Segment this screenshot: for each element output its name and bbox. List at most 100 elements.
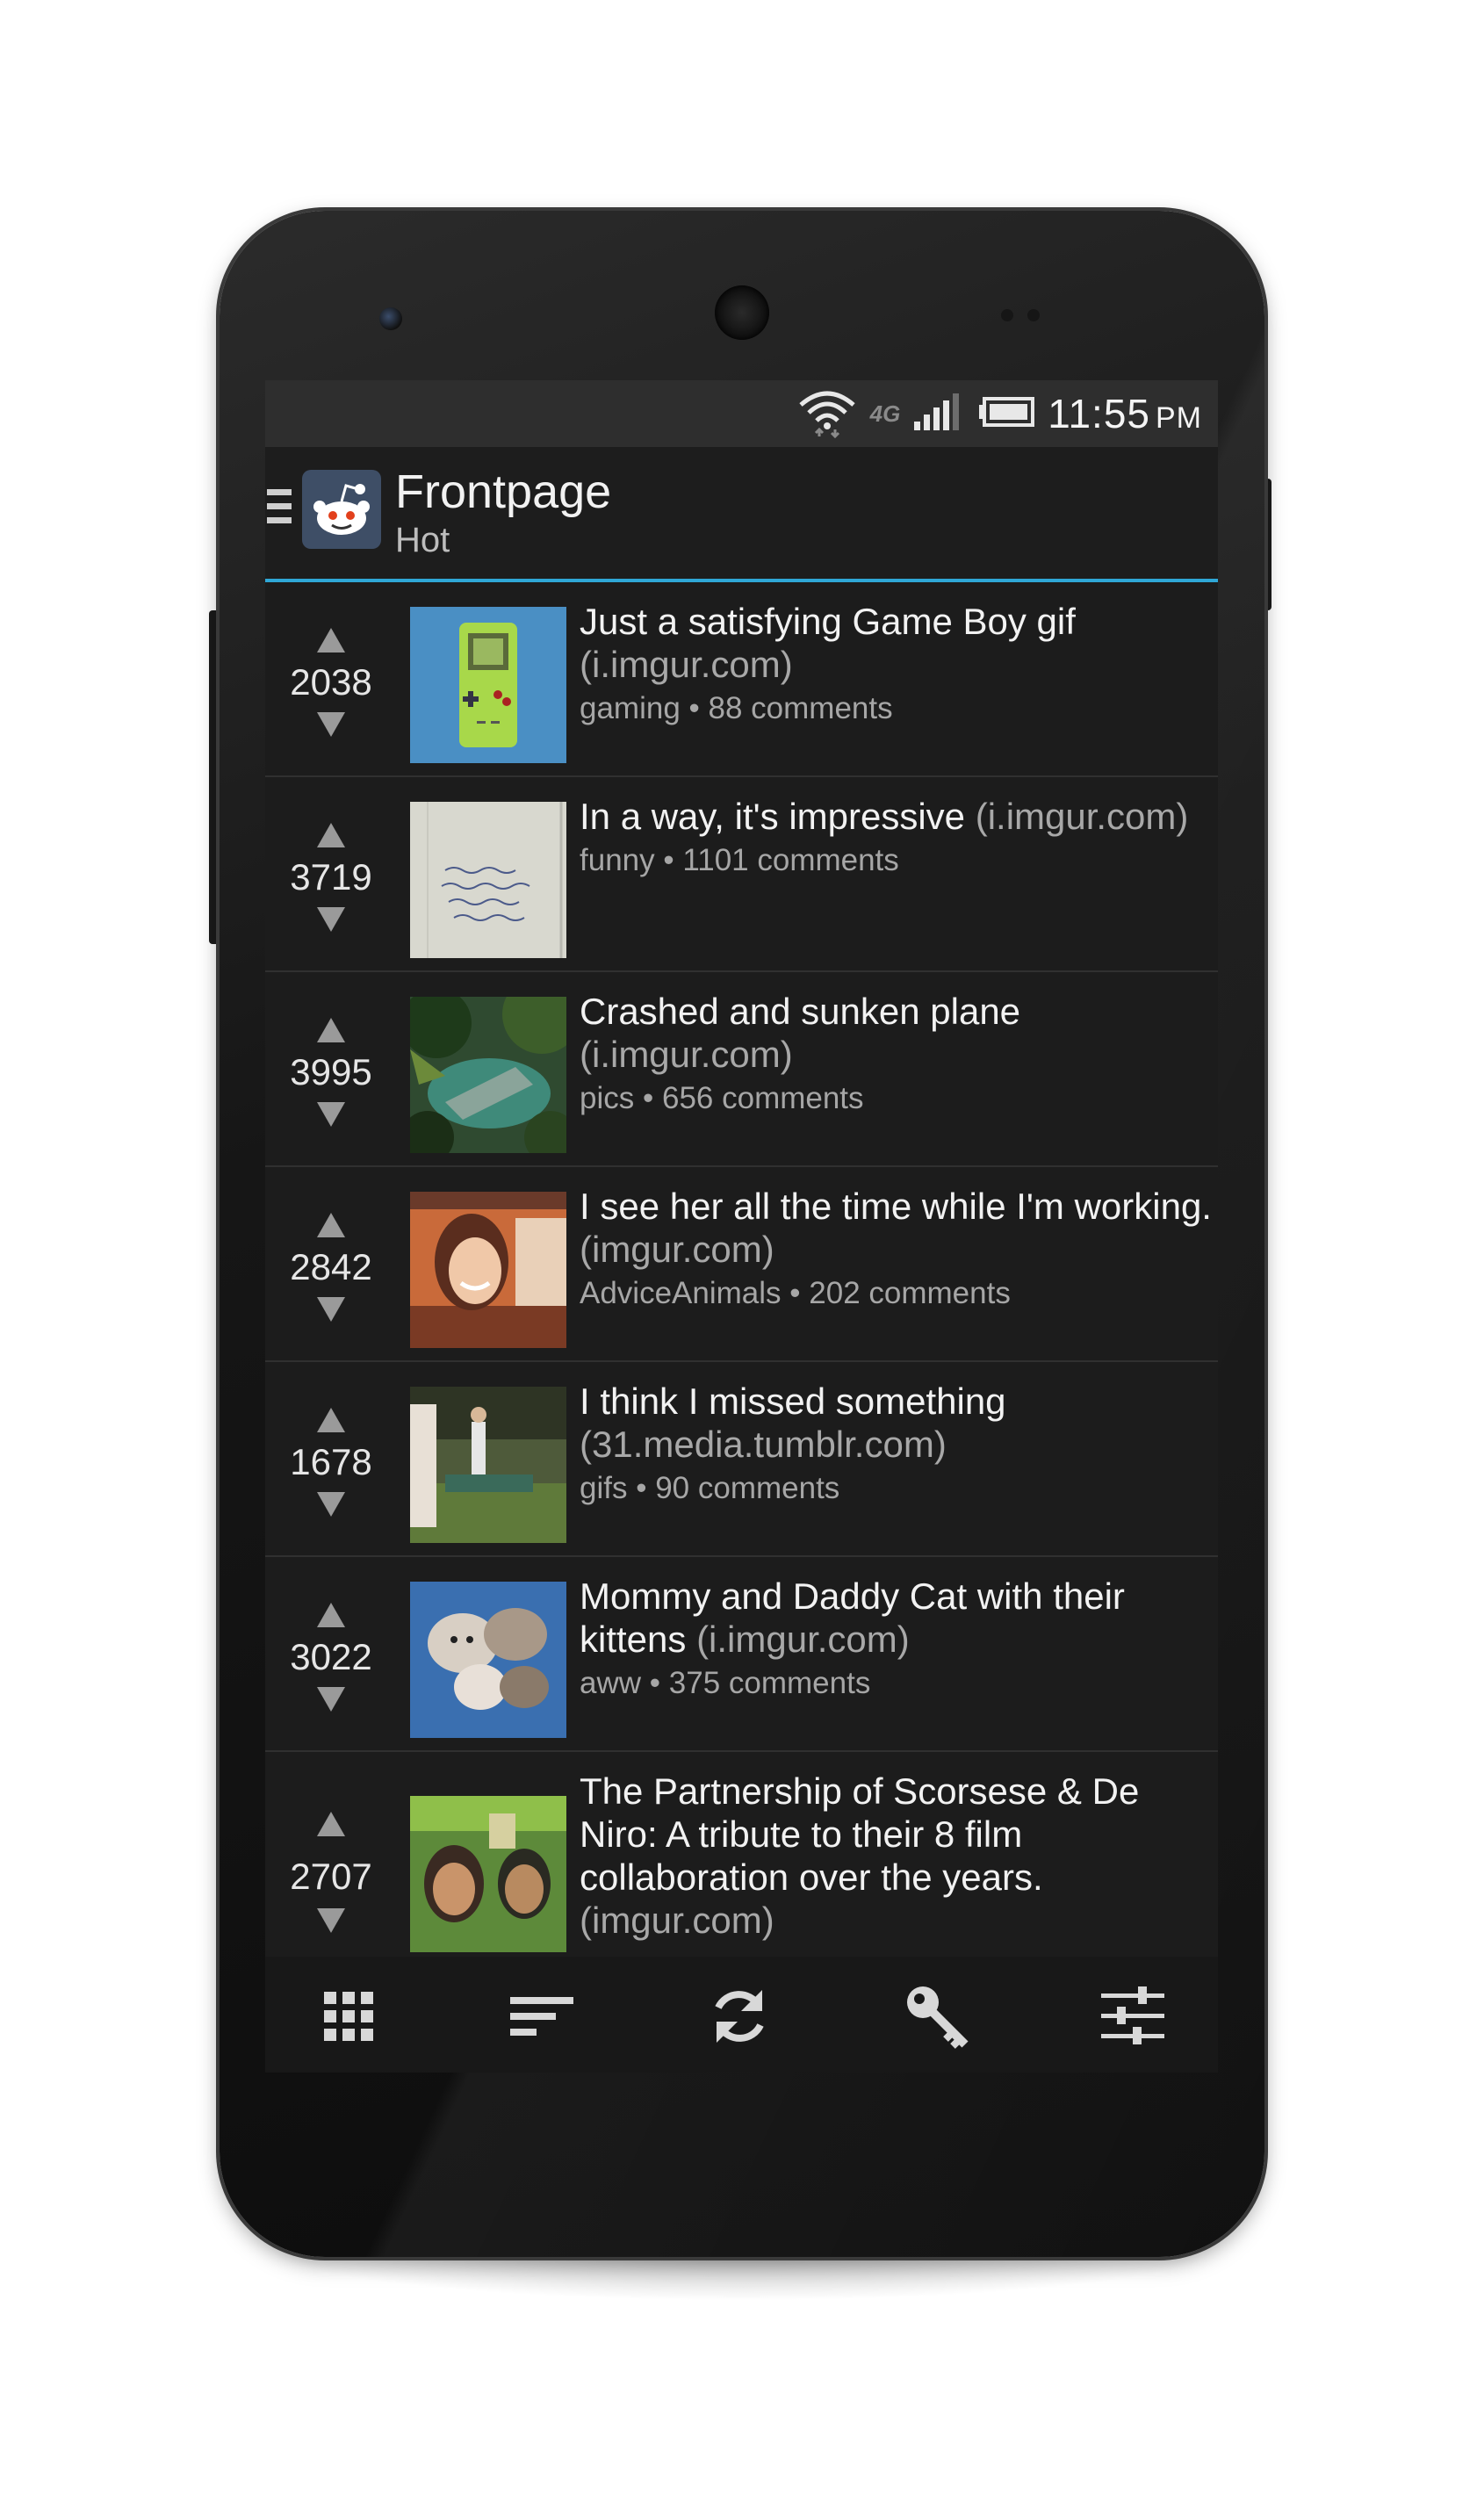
drawer-menu-icon[interactable] [267, 489, 293, 533]
post-item[interactable]: 1678 I think I missed something (31.medi… [265, 1362, 1218, 1557]
post-thumbnail[interactable] [410, 1387, 566, 1543]
front-camera [379, 307, 402, 330]
meta-separator: • [789, 1276, 801, 1310]
vote-controls: 3719 [265, 777, 397, 970]
vote-controls: 2707 [265, 1752, 397, 1957]
post-score: 1678 [290, 1441, 372, 1482]
post-comments[interactable]: 88 comments [709, 691, 893, 725]
downvote-arrow-icon[interactable] [317, 1102, 345, 1127]
status-bar: 4G 11:55 PM [265, 380, 1218, 447]
upvote-arrow-icon[interactable] [317, 1812, 345, 1836]
vote-controls: 2038 [265, 582, 397, 775]
post-thumbnail[interactable] [410, 1582, 566, 1738]
downvote-arrow-icon[interactable] [317, 1908, 345, 1933]
downvote-arrow-icon[interactable] [317, 1687, 345, 1712]
post-list: 2038 Just a satisfying Game Boy gif (i.i… [265, 582, 1218, 1957]
post-thumbnail[interactable] [410, 802, 566, 958]
upvote-arrow-icon[interactable] [317, 1408, 345, 1432]
post-score: 3719 [290, 856, 372, 898]
upvote-arrow-icon[interactable] [317, 1603, 345, 1627]
post-domain: (i.imgur.com) [696, 1619, 910, 1660]
downvote-arrow-icon[interactable] [317, 712, 345, 737]
post-item[interactable]: 2038 Just a satisfying Game Boy gif (i.i… [265, 582, 1218, 777]
downvote-arrow-icon[interactable] [317, 907, 345, 932]
post-thumbnail[interactable] [410, 1796, 566, 1952]
post-title[interactable]: I think I missed something (31.media.tum… [580, 1380, 1212, 1466]
post-thumbnail[interactable] [410, 997, 566, 1153]
vote-controls: 2842 [265, 1167, 397, 1360]
upvote-arrow-icon[interactable] [317, 628, 345, 652]
post-title[interactable]: The Partnership of Scorsese & De Niro: A… [580, 1770, 1212, 1942]
clock-ampm: PM [1156, 401, 1202, 435]
light-sensor [1027, 309, 1040, 321]
post-item[interactable]: 3995 Crashed and sunken plane (i.imgur.c… [265, 972, 1218, 1167]
post-meta: aww • 375 comments [580, 1666, 1212, 1701]
post-title[interactable]: Crashed and sunken plane (i.imgur.com) [580, 990, 1212, 1076]
downvote-arrow-icon[interactable] [317, 1297, 345, 1322]
post-meta: gaming • 88 comments [580, 691, 1212, 726]
refresh-icon[interactable] [704, 1981, 774, 2051]
network-type-label: 4G [869, 400, 901, 427]
post-item[interactable]: 2707 The Partnership of Scorsese & De Ni… [265, 1752, 1218, 1957]
post-text: I think I missed something (31.media.tum… [580, 1380, 1212, 1506]
downvote-arrow-icon[interactable] [317, 1492, 345, 1517]
post-title-text: I think I missed something [580, 1381, 1006, 1422]
post-item[interactable]: 3022 Mommy and Daddy Cat with their kitt… [265, 1557, 1218, 1752]
screen: 4G 11:55 PM Frontpage Hot 2038 Just a sa… [265, 380, 1218, 2073]
post-subreddit[interactable]: funny [580, 843, 655, 877]
post-text: In a way, it's impressive (i.imgur.com) … [580, 795, 1212, 878]
signal-icon [912, 392, 965, 436]
post-subreddit[interactable]: gaming [580, 691, 681, 725]
post-text: Just a satisfying Game Boy gif (i.imgur.… [580, 600, 1212, 726]
post-subreddit[interactable]: aww [580, 1666, 641, 1700]
meta-separator: • [649, 1666, 661, 1700]
proximity-sensor [1001, 309, 1013, 321]
post-domain: (imgur.com) [580, 1229, 774, 1270]
post-title-text: The Partnership of Scorsese & De Niro: A… [580, 1770, 1140, 1898]
post-domain: (i.imgur.com) [975, 796, 1189, 837]
meta-separator: • [642, 1081, 654, 1115]
post-comments[interactable]: 202 comments [809, 1276, 1011, 1310]
post-title-text: In a way, it's impressive [580, 796, 966, 837]
post-item[interactable]: 2842 I see her all the time while I'm wo… [265, 1167, 1218, 1362]
post-comments[interactable]: 90 comments [655, 1471, 839, 1505]
clock: 11:55 PM [1048, 390, 1202, 437]
post-title[interactable]: I see her all the time while I'm working… [580, 1185, 1212, 1271]
post-meta: gifs • 90 comments [580, 1471, 1212, 1506]
post-comments[interactable]: 1101 comments [682, 843, 898, 877]
post-thumbnail[interactable] [410, 1192, 566, 1348]
post-item[interactable]: 3719 In a way, it's impressive (i.imgur.… [265, 777, 1218, 972]
post-title-text: I see her all the time while I'm working… [580, 1186, 1212, 1227]
vote-controls: 3995 [265, 972, 397, 1165]
post-comments[interactable]: 375 comments [669, 1666, 871, 1700]
post-title[interactable]: Mommy and Daddy Cat with their kittens (… [580, 1575, 1212, 1661]
post-text: Crashed and sunken plane (i.imgur.com) p… [580, 990, 1212, 1116]
reddit-logo-icon[interactable] [302, 470, 381, 549]
volume-button [209, 610, 220, 944]
sliders-icon[interactable] [1098, 1981, 1168, 2051]
post-score: 2038 [290, 661, 372, 703]
post-thumbnail[interactable] [410, 607, 566, 763]
vote-controls: 1678 [265, 1362, 397, 1555]
post-domain: (31.media.tumblr.com) [580, 1424, 947, 1465]
post-text: Mommy and Daddy Cat with their kittens (… [580, 1575, 1212, 1701]
upvote-arrow-icon[interactable] [317, 1213, 345, 1237]
sort-icon[interactable] [507, 1981, 577, 2051]
post-subreddit[interactable]: pics [580, 1081, 634, 1115]
grid-icon[interactable] [313, 1981, 384, 2051]
action-bar: Frontpage Hot [265, 447, 1218, 582]
post-score: 2707 [290, 1856, 372, 1897]
post-comments[interactable]: 656 comments [662, 1081, 864, 1115]
post-title-text: Just a satisfying Game Boy gif [580, 601, 1076, 642]
device-mockup: 4G 11:55 PM Frontpage Hot 2038 Just a sa… [0, 0, 1484, 2509]
meta-separator: • [636, 1471, 647, 1505]
upvote-arrow-icon[interactable] [317, 823, 345, 847]
post-subreddit[interactable]: gifs [580, 1471, 627, 1505]
upvote-arrow-icon[interactable] [317, 1018, 345, 1042]
post-subreddit[interactable]: AdviceAnimals [580, 1276, 782, 1310]
post-title[interactable]: Just a satisfying Game Boy gif (i.imgur.… [580, 600, 1212, 686]
post-title[interactable]: In a way, it's impressive (i.imgur.com) [580, 795, 1212, 838]
earpiece-speaker [715, 285, 769, 340]
post-meta: AdviceAnimals • 202 comments [580, 1276, 1212, 1311]
key-icon[interactable] [902, 1981, 972, 2051]
